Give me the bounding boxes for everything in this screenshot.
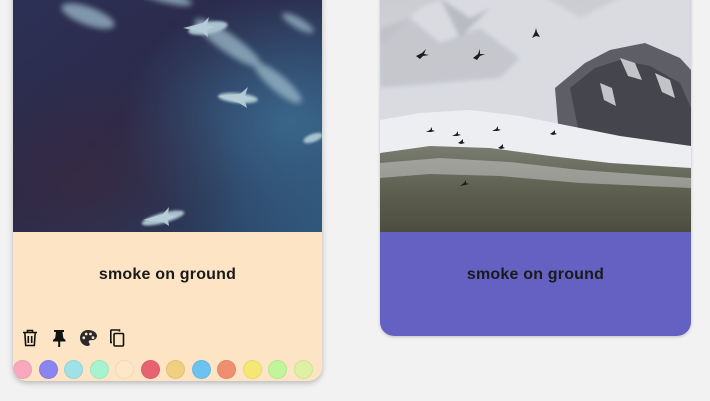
card-body: smoke on ground: [13, 232, 322, 381]
color-swatch[interactable]: [89, 360, 109, 379]
color-swatch[interactable]: [166, 360, 185, 379]
color-palette: [13, 360, 313, 379]
note-card[interactable]: smoke on ground: [380, 0, 691, 336]
copy-icon[interactable]: [106, 327, 128, 349]
color-swatch[interactable]: [191, 360, 211, 379]
fish-underwater-photo: [13, 0, 322, 232]
note-card[interactable]: smoke on ground: [13, 0, 322, 381]
pin-icon[interactable]: [48, 327, 70, 349]
color-swatch[interactable]: [140, 360, 160, 379]
card-toolbar: [19, 327, 128, 349]
color-swatch[interactable]: [242, 360, 262, 379]
card-body: smoke on ground: [380, 232, 691, 336]
snowy-mountain-birds-photo: [380, 0, 691, 232]
color-swatch[interactable]: [64, 360, 83, 379]
color-swatch[interactable]: [38, 360, 58, 379]
color-swatch[interactable]: [293, 360, 313, 379]
card-title: smoke on ground: [466, 266, 605, 283]
color-swatch[interactable]: [13, 360, 32, 379]
card-title: smoke on ground: [98, 266, 237, 283]
color-swatch[interactable]: [115, 360, 134, 379]
color-swatch[interactable]: [268, 360, 287, 379]
trash-icon[interactable]: [19, 327, 41, 349]
color-swatch[interactable]: [217, 360, 236, 379]
palette-icon[interactable]: [77, 327, 99, 349]
